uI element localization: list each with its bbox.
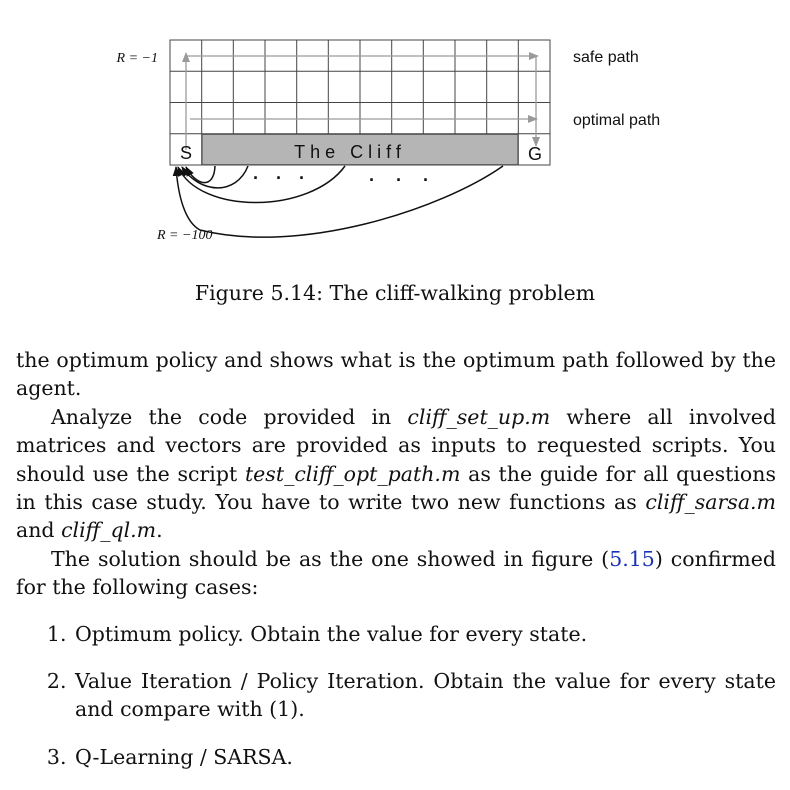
paragraph-3-text: The solution should be as the one showed… [51, 546, 610, 571]
paragraph-2-text: and [16, 518, 62, 543]
paragraph-2-text: Analyze the code provided in [51, 404, 408, 429]
body-text: the optimum policy and shows what is the… [16, 346, 776, 790]
file-name: cliff_ql.m [61, 518, 157, 543]
cliff-diagram: S G The Cliff R = −1 R = −100 safe path … [116, 39, 660, 243]
safe-path-label: safe path [573, 49, 639, 66]
optimal-path-label: optimal path [573, 112, 660, 129]
file-name: test_cliff_opt_path.m [244, 461, 461, 486]
paragraph-3: The solution should be as the one showed… [16, 545, 776, 602]
reward-top-label: R = −1 [116, 51, 158, 66]
list-item: Q-Learning / SARSA. [73, 743, 776, 771]
figure-reference-link[interactable]: 5.15 [609, 547, 655, 571]
penalty-arcs [172, 165, 504, 238]
cliff-walking-figure: S G The Cliff R = −1 R = −100 safe path … [0, 0, 790, 250]
dots-right: · · · [369, 170, 437, 190]
case-list: Optimum policy. Obtain the value for eve… [16, 620, 776, 772]
list-item: Value Iteration / Policy Iteration. Obta… [73, 667, 776, 724]
paragraph-1: the optimum policy and shows what is the… [16, 348, 776, 401]
goal-label: G [528, 144, 542, 164]
cliff-label: The Cliff [294, 142, 406, 162]
start-label: S [180, 143, 192, 163]
paragraph-2-text: . [156, 518, 163, 543]
dots-left: · · · [253, 168, 311, 188]
reward-bottom-label: R = −100 [156, 228, 212, 243]
paragraph-2: Analyze the code provided in cliff_set_u… [16, 403, 776, 545]
figure-caption: Figure 5.14: The cliff-walking problem [194, 281, 596, 305]
file-name: cliff_sarsa.m [645, 490, 776, 515]
file-name: cliff_set_up.m [407, 404, 551, 429]
list-item: Optimum policy. Obtain the value for eve… [73, 620, 776, 648]
